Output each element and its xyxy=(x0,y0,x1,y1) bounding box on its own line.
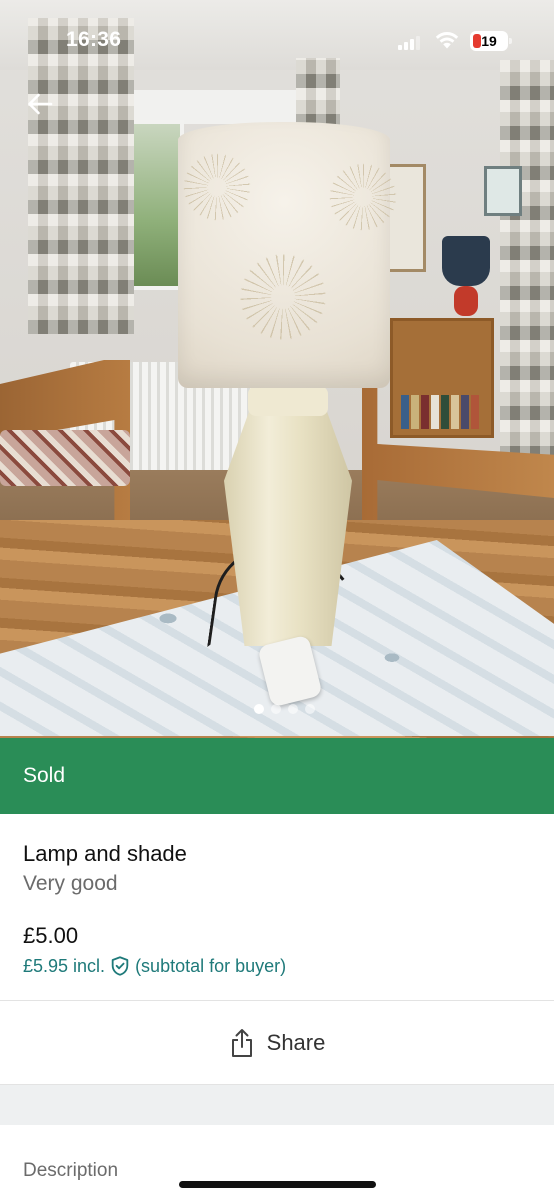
buyer-protection-price[interactable]: £5.95 incl. (subtotal for buyer) xyxy=(23,954,531,978)
photo-cushion xyxy=(0,430,130,486)
battery-level: 19 xyxy=(481,33,497,49)
carousel-dot[interactable] xyxy=(288,704,298,714)
sold-banner: Sold xyxy=(0,738,554,814)
item-photo[interactable]: 16:36 19 xyxy=(0,0,554,738)
shield-check-icon xyxy=(109,955,131,977)
item-condition: Very good xyxy=(23,872,118,895)
carousel-dot[interactable] xyxy=(254,704,264,714)
photo-lamp-neck xyxy=(248,386,328,416)
home-indicator[interactable] xyxy=(179,1181,376,1188)
battery-icon: 19 xyxy=(470,31,512,51)
arrow-left-icon xyxy=(28,93,53,115)
cellular-signal-icon xyxy=(398,34,424,50)
description-heading: Description xyxy=(23,1160,119,1181)
photo-curtain xyxy=(500,60,554,460)
photo-bookshelf xyxy=(390,318,494,438)
back-button[interactable] xyxy=(22,86,58,122)
carousel-pagination[interactable] xyxy=(254,704,315,714)
wifi-icon xyxy=(434,30,460,50)
buyer-price-note: (subtotal for buyer) xyxy=(135,956,287,976)
battery-fill xyxy=(473,34,481,48)
photo-lamp-shade xyxy=(178,122,398,388)
carousel-dot[interactable] xyxy=(305,704,315,714)
status-bar: 16:36 19 xyxy=(0,0,554,80)
status-time: 16:36 xyxy=(66,28,122,51)
photo-window-top xyxy=(118,90,308,124)
item-details: Lamp and shade Very good £5.00 £5.95 inc… xyxy=(0,814,554,1000)
carousel-dot[interactable] xyxy=(271,704,281,714)
item-title: Lamp and shade xyxy=(23,841,187,866)
photo-picture-frame xyxy=(484,166,522,216)
share-label: Share xyxy=(266,1030,326,1055)
photo-background-lamp xyxy=(442,236,490,286)
sold-label: Sold xyxy=(23,764,66,787)
share-icon xyxy=(231,1029,252,1057)
share-button[interactable]: Share xyxy=(0,1001,554,1085)
item-price: £5.00 xyxy=(23,923,79,948)
photo-lamp-base xyxy=(224,410,352,646)
photo-background-lamp-base xyxy=(454,286,478,316)
section-separator xyxy=(0,1085,554,1125)
buyer-price-amount: £5.95 incl. xyxy=(23,956,106,976)
